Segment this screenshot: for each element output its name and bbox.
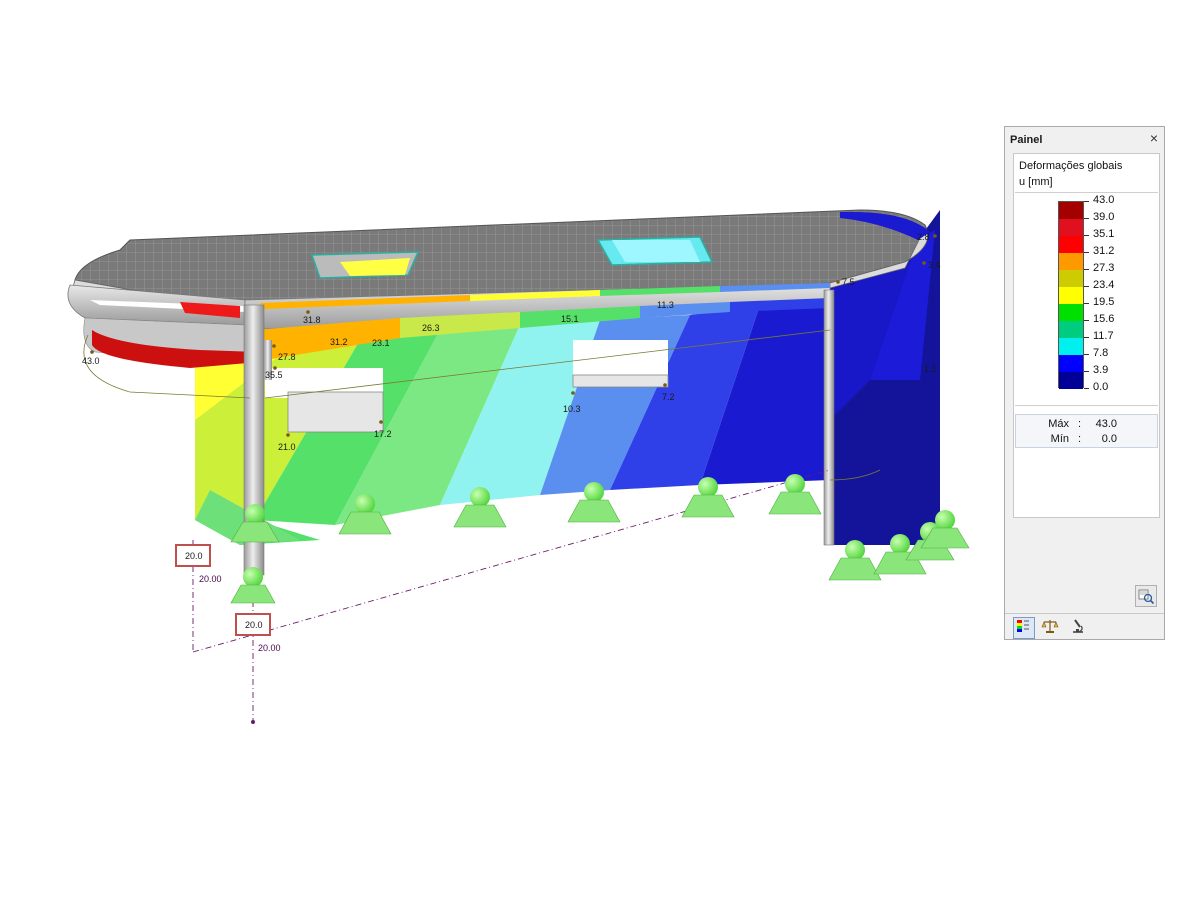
min-value: 0.0: [1101, 433, 1117, 445]
close-icon[interactable]: ×: [1150, 130, 1158, 146]
legend-value: 43.0: [1093, 194, 1115, 206]
legend-segment: [1059, 355, 1083, 372]
legend-tick: [1084, 303, 1089, 304]
legend-tick: [1084, 218, 1089, 219]
legend-value: 15.6: [1093, 313, 1115, 325]
zoom-button[interactable]: [1135, 585, 1157, 607]
colon: :: [1078, 433, 1082, 445]
legend-segment: [1059, 202, 1083, 219]
value-label: 2.8: [917, 232, 930, 242]
legend-value: 11.7: [1093, 330, 1114, 342]
max-label: Máx: [1048, 418, 1069, 430]
legend-segment: [1059, 287, 1083, 304]
legend-segment: [1059, 304, 1083, 321]
legend-value: 3.9: [1093, 364, 1109, 376]
value-label: 31.2: [330, 337, 348, 347]
value-label: 1.1: [924, 364, 937, 374]
legend-container: Deformações globais u [mm] 43.0 39.0 35.1 3…: [1013, 153, 1160, 518]
value-label: 11.3: [657, 300, 674, 310]
microscope-button[interactable]: [1069, 617, 1089, 637]
balance-icon: [1041, 620, 1059, 633]
value-label: 7.2: [662, 392, 675, 402]
legend-value: 23.4: [1093, 279, 1115, 291]
legend-value: 35.1: [1093, 228, 1115, 240]
legend-value: 19.5: [1093, 296, 1115, 308]
legend-value: 31.2: [1093, 245, 1115, 257]
model-viewport[interactable]: 43.0 35.5 31.8 31.2 27.8 26.3 23.1 21.0 …: [0, 0, 1000, 895]
microscope-icon: [1073, 619, 1083, 633]
panel-title: Painel: [1010, 134, 1043, 146]
results-panel: Painel × Deformações globais u [mm] 43.0…: [1004, 126, 1165, 640]
value-label: 26.3: [422, 323, 440, 333]
value-label: 21.0: [278, 442, 296, 452]
colon: :: [1078, 418, 1082, 430]
value-label: 31.8: [303, 315, 321, 325]
value-label: 35.5: [265, 370, 283, 380]
value-label: 3.4: [928, 260, 941, 270]
legend-segment: [1059, 270, 1083, 287]
legend-tick: [1084, 320, 1089, 321]
max-min-box: Máx : 43.0 Mín : 0.0: [1015, 414, 1158, 448]
legend-segment: [1059, 236, 1083, 253]
legend-tick: [1084, 269, 1089, 270]
legend-segment: [1059, 253, 1083, 270]
balance-button[interactable]: [1041, 617, 1061, 637]
color-scale-button[interactable]: [1013, 617, 1035, 639]
zoom-icon: [1138, 589, 1155, 605]
max-value: 43.0: [1095, 418, 1117, 430]
legend-tick: [1084, 371, 1089, 372]
legend-tick: [1084, 201, 1089, 202]
dimension-label: 20.00: [199, 574, 222, 584]
value-label: 7.5: [842, 277, 855, 287]
value-label: 15.1: [561, 314, 579, 324]
legend-value: 0.0: [1093, 381, 1109, 393]
value-label: 27.8: [278, 352, 296, 362]
value-label: 17.2: [374, 429, 392, 439]
legend-tick: [1084, 252, 1089, 253]
legend-tick: [1084, 354, 1089, 355]
legend-segment: [1059, 219, 1083, 236]
min-label: Mín: [1050, 433, 1069, 445]
color-legend[interactable]: 43.0 39.0 35.1 31.2 27.3 23.4 19.5 15.6 11.7 7.8 3…: [1015, 192, 1158, 406]
legend-value: 39.0: [1093, 211, 1115, 223]
legend-segment: [1059, 338, 1083, 355]
legend-segment: [1059, 321, 1083, 338]
result-type-title: Deformações globais: [1019, 160, 1123, 172]
legend-tick: [1084, 337, 1089, 338]
legend-value: 7.8: [1093, 347, 1109, 359]
value-label: 10.3: [563, 404, 581, 414]
legend-segment: [1059, 372, 1083, 389]
legend-tick: [1084, 286, 1089, 287]
result-unit: u [mm]: [1019, 176, 1053, 188]
dimension-label: 20.00: [258, 643, 281, 653]
legend-value: 27.3: [1093, 262, 1115, 274]
value-label: 43.0: [82, 356, 100, 366]
dimension-box-label: 20.0: [185, 551, 203, 561]
value-label: 23.1: [372, 338, 390, 348]
legend-tick: [1084, 388, 1089, 389]
color-scale-icon: [1017, 620, 1029, 632]
legend-color-bar: [1058, 201, 1084, 389]
dimension-box-label: 20.0: [245, 620, 263, 630]
legend-tick: [1084, 235, 1089, 236]
panel-toolbar: [1005, 613, 1164, 640]
